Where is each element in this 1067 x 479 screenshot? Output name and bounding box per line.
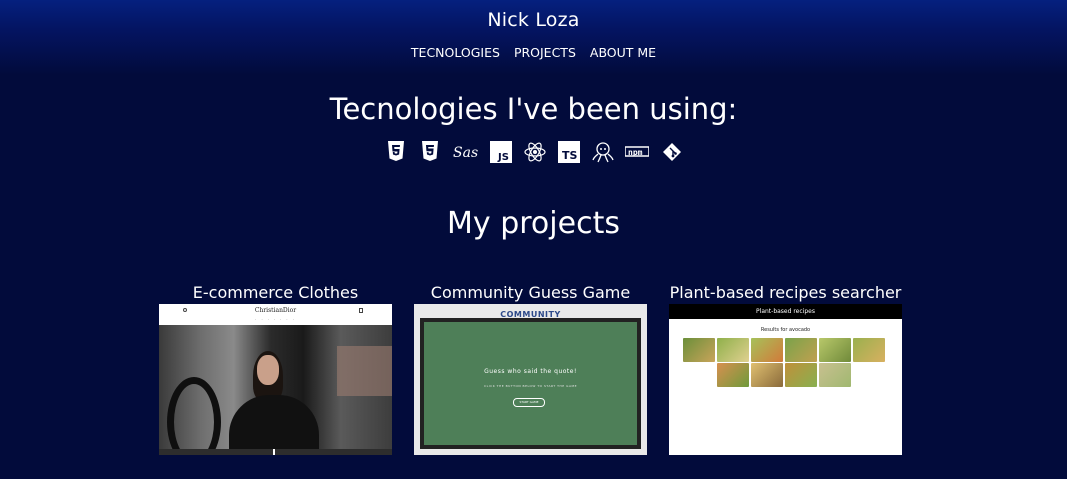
recipe-image <box>852 338 885 362</box>
css3-icon <box>418 140 441 163</box>
recipe-image <box>818 338 851 362</box>
sass-icon: Sass <box>452 140 478 163</box>
thumbnail-header: ChristianDior · · · · · · · <box>159 304 392 325</box>
main-nav: TECNOLOGIES PROJECTS ABOUT ME <box>0 45 1067 60</box>
site-title: Nick Loza <box>487 9 580 31</box>
projects-list: E-commerce Clothes ChristianDior · · · ·… <box>159 283 902 455</box>
svg-text:JS: JS <box>497 152 509 163</box>
recipe-image <box>818 363 851 387</box>
svg-text:Sass: Sass <box>453 145 478 161</box>
recipe-image <box>784 363 817 387</box>
project-thumbnail[interactable]: COMMUNITY Guess who said the quote! CLIC… <box>414 304 647 455</box>
typescript-icon: TS <box>557 140 580 163</box>
github-octocat-icon <box>591 140 614 163</box>
thumbnail-strip <box>159 449 392 455</box>
projects-heading: My projects <box>447 206 620 241</box>
recipe-image <box>750 338 783 362</box>
npm-icon: npm <box>625 140 649 163</box>
bag-icon <box>359 308 363 313</box>
thumbnail-nav: · · · · · · · <box>255 318 296 322</box>
nav-link-projects[interactable]: PROJECTS <box>514 45 576 60</box>
recipe-image <box>750 363 783 387</box>
recipes-topbar: Plant-based recipes <box>669 304 902 319</box>
nav-link-tecnologies[interactable]: TECNOLOGIES <box>411 45 500 60</box>
project-card-community-game[interactable]: Community Guess Game COMMUNITY Guess who… <box>414 283 647 455</box>
page: Nick Loza TECNOLOGIES PROJECTS ABOUT ME … <box>0 0 1067 479</box>
photo-window <box>337 346 392 396</box>
project-card-plant-recipes[interactable]: Plant-based recipes searcher Plant-based… <box>669 283 902 455</box>
project-thumbnail[interactable]: Plant-based recipes Results for avocado <box>669 304 902 455</box>
git-icon <box>660 140 683 163</box>
html5-icon <box>384 140 407 163</box>
recipe-image <box>716 363 749 387</box>
svg-text:TS: TS <box>562 149 578 162</box>
game-board: Guess who said the quote! CLICK THE BUTT… <box>420 318 641 449</box>
brand-logo: ChristianDior <box>254 307 297 314</box>
game-instruction: CLICK THE BUTTON BELOW TO START THE GAME <box>484 384 577 388</box>
recipes-title: Plant-based recipes <box>756 308 815 315</box>
model-face-shape <box>257 355 279 385</box>
technologies-heading: Tecnologies I've been using: <box>329 92 738 126</box>
react-icon <box>523 140 546 163</box>
start-game-button: START GAME <box>513 398 545 407</box>
game-question: Guess who said the quote! <box>484 368 577 375</box>
project-title: Community Guess Game <box>430 283 631 302</box>
javascript-icon: JS <box>489 140 512 163</box>
model-jacket-shape <box>229 395 319 455</box>
nav-link-about-me[interactable]: ABOUT ME <box>590 45 656 60</box>
hero-photo <box>159 325 392 455</box>
recipe-grid <box>680 338 887 387</box>
steering-wheel-shape <box>167 377 221 455</box>
project-title: Plant-based recipes searcher <box>669 283 902 302</box>
recipe-image <box>784 338 817 362</box>
project-thumbnail[interactable]: ChristianDior · · · · · · · <box>159 304 392 455</box>
recipe-image <box>716 338 749 362</box>
results-label: Results for avocado <box>760 327 811 333</box>
svg-text:npm: npm <box>628 148 643 157</box>
project-card-ecommerce[interactable]: E-commerce Clothes ChristianDior · · · ·… <box>159 283 392 455</box>
recipe-image <box>682 338 715 362</box>
project-title: E-commerce Clothes <box>192 283 359 302</box>
technologies-icons: Sass JS TS npm <box>0 140 1067 163</box>
